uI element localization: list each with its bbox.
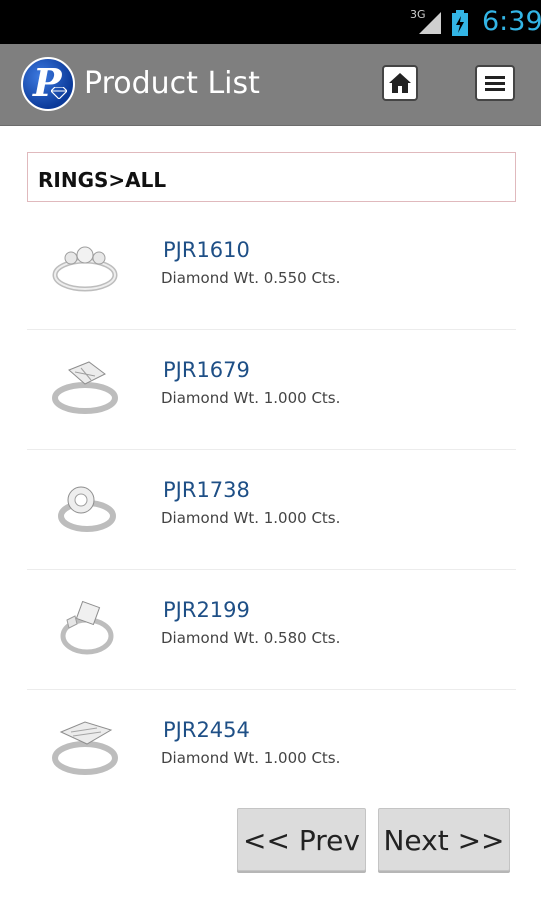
category-label: RINGS>ALL: [38, 168, 167, 192]
ring-thumbnail: [60, 600, 114, 655]
product-code: PJR2199: [163, 598, 250, 622]
next-button[interactable]: Next >>: [378, 808, 510, 871]
ring-thumbnail: [52, 246, 118, 292]
product-detail: Diamond Wt. 1.000 Cts.: [161, 749, 341, 767]
signal-icon: [419, 12, 441, 34]
product-row[interactable]: PJR1610 Diamond Wt. 0.550 Cts.: [27, 210, 516, 330]
ring-thumbnail: [58, 486, 116, 532]
product-row[interactable]: PJR1679 Diamond Wt. 1.000 Cts.: [27, 330, 516, 450]
page-title: Product List: [84, 66, 260, 101]
app-logo: P: [21, 57, 75, 111]
product-row[interactable]: PJR2454 Diamond Wt. 1.000 Cts.: [27, 690, 516, 809]
product-row[interactable]: PJR1738 Diamond Wt. 1.000 Cts.: [27, 450, 516, 570]
product-code: PJR2454: [163, 718, 250, 742]
product-code: PJR1610: [163, 238, 250, 262]
ring-thumbnail: [52, 721, 118, 775]
product-detail: Diamond Wt. 1.000 Cts.: [161, 389, 341, 407]
product-code: PJR1679: [163, 358, 250, 382]
product-detail: Diamond Wt. 0.550 Cts.: [161, 269, 341, 287]
battery-icon: [452, 10, 468, 36]
product-row[interactable]: PJR2199 Diamond Wt. 0.580 Cts.: [27, 570, 516, 690]
status-bar: 3G 6:39: [0, 0, 541, 44]
product-detail: Diamond Wt. 1.000 Cts.: [161, 509, 341, 527]
menu-icon: [485, 76, 505, 91]
menu-button[interactable]: [475, 65, 515, 101]
prev-button[interactable]: << Prev: [237, 808, 366, 871]
ring-thumbnail: [52, 361, 118, 414]
product-detail: Diamond Wt. 0.580 Cts.: [161, 629, 341, 647]
status-clock: 6:39: [482, 6, 541, 37]
diamond-icon: [51, 87, 67, 99]
app-bar: P Product List: [0, 44, 541, 126]
category-breadcrumb: RINGS>ALL: [27, 152, 516, 202]
home-icon: [389, 73, 411, 93]
home-button[interactable]: [382, 65, 418, 101]
product-code: PJR1738: [163, 478, 250, 502]
product-list: PJR1610 Diamond Wt. 0.550 Cts. PJR1679 D…: [27, 210, 516, 809]
